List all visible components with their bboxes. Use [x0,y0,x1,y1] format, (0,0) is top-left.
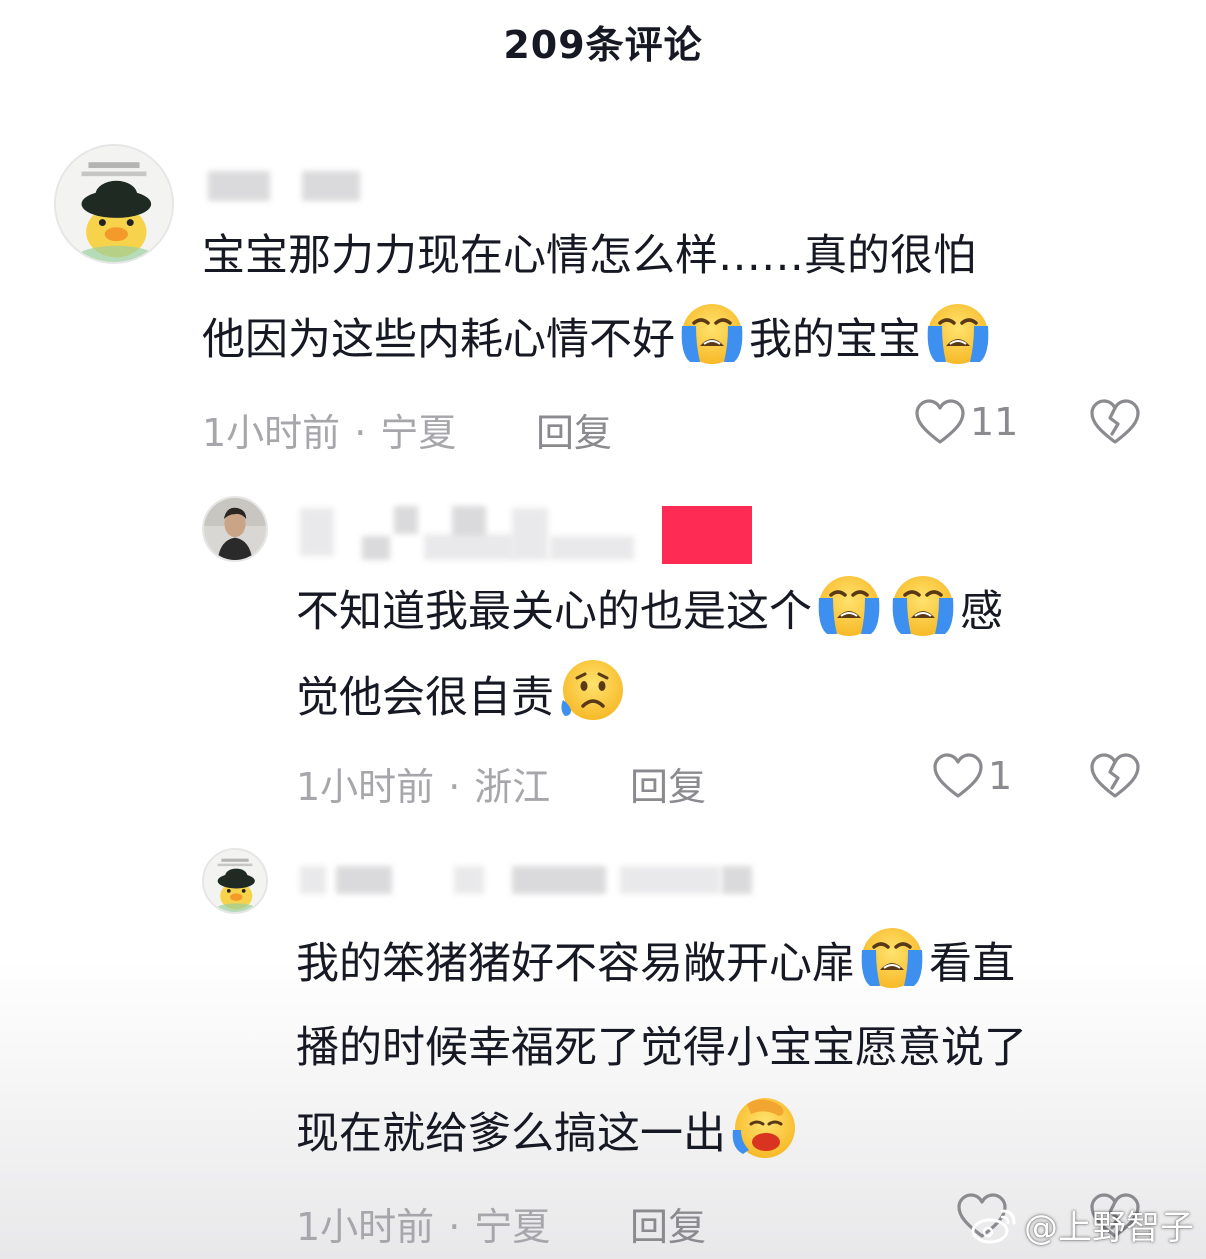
username-blurred[interactable] [722,866,752,894]
username-blurred[interactable] [512,866,606,894]
comment-time: 1小时前 [296,1205,435,1249]
username-blurred[interactable] [424,534,514,560]
user-badge [662,506,752,564]
like-count: 11 [970,400,1019,444]
comment-text: 不知道我最关心的也是这个 感 [296,568,1003,654]
comment-time: 1小时前 [202,411,341,455]
avatar[interactable] [202,848,268,914]
comment-time: 1小时前 [296,765,435,809]
comment-text-segment: 不知道我最关心的也是这个 [296,587,812,637]
meta-separator: · [448,1205,461,1249]
comment-text: 觉他会很自责 [296,654,628,740]
duck-avatar-icon [204,850,266,912]
comment-meta: 1小时前 · 宁夏 [296,1196,550,1251]
comment-text-segment: 我的宝宝 [749,315,921,365]
comment-text: 宝宝那力力现在心情怎么样……真的很怕 [202,214,976,298]
comment-text-segment: 看直 [929,939,1015,989]
username-blurred[interactable] [512,508,548,560]
dislike-button[interactable] [1089,398,1141,446]
username-blurred[interactable] [208,171,270,201]
comment-text: 播的时候幸福死了觉得小宝宝愿意说了 [296,1006,1027,1090]
comment-text-line: 播的时候幸福死了觉得小宝宝愿意说了 [296,1023,1027,1073]
like-count: 1 [988,754,1013,798]
comment-text: 他因为这些内耗心情不好 我的宝宝 [202,296,995,382]
user-photo-avatar-icon [204,498,266,560]
comment-text-segment: 感 [960,587,1003,637]
dislike-button[interactable] [1089,752,1141,800]
comment-meta: 1小时前 · 浙江 [296,756,550,811]
username-blurred[interactable] [394,506,418,534]
like-button[interactable]: 1 [932,752,1012,800]
comment-text-segment: 我的笨猪猪好不容易敞开心扉 [296,939,855,989]
loudly-crying-emoji-icon [887,568,959,640]
avatar[interactable] [202,496,268,562]
username-blurred[interactable] [302,171,360,201]
loudly-crying-emoji-icon [813,568,885,640]
meta-separator: · [448,765,461,809]
watermark-text: @上野智子 [1024,1208,1194,1248]
comment-meta: 1小时前 · 宁夏 [202,402,456,457]
username-blurred[interactable] [300,508,334,556]
username-blurred[interactable] [300,866,326,894]
username-blurred[interactable] [362,536,390,560]
meta-separator: · [354,411,367,455]
loudly-crying-emoji-icon [676,296,748,368]
comment-text: 我的笨猪猪好不容易敞开心扉 看直 [296,920,1015,1006]
reply-button[interactable]: 回复 [536,402,612,457]
comment-text: 现在就给爹么搞这一出 [296,1090,800,1176]
reply-button[interactable]: 回复 [630,1196,706,1251]
sad-relieved-emoji-icon [555,654,627,726]
heart-outline-icon [932,752,984,800]
loudly-crying-emoji-icon [922,296,994,368]
duck-avatar-icon [56,146,172,262]
username-blurred[interactable] [550,536,634,560]
heart-outline-icon [914,398,966,446]
username-blurred[interactable] [454,866,484,894]
like-button[interactable]: 11 [914,398,1018,446]
comment-text-segment: 他因为这些内耗心情不好 [202,315,675,365]
broken-heart-icon [1089,398,1141,446]
broken-heart-icon [1089,752,1141,800]
username-blurred[interactable] [336,866,392,894]
comment-location: 宁夏 [474,1205,551,1249]
comment-location: 宁夏 [380,411,457,455]
watermark: @上野智子 [970,1200,1194,1249]
comment-text-segment: 觉他会很自责 [296,673,554,723]
comment-text-segment: 现在就给爹么搞这一出 [296,1109,726,1159]
sobbing-emoji-icon [727,1090,799,1162]
reply-button[interactable]: 回复 [630,756,706,811]
weibo-icon [970,1205,1018,1245]
username-blurred[interactable] [620,866,720,894]
comment-location: 浙江 [474,765,551,809]
loudly-crying-emoji-icon [856,920,928,992]
comment-text-line: 宝宝那力力现在心情怎么样……真的很怕 [202,231,976,281]
username-blurred[interactable] [452,506,486,536]
avatar[interactable] [54,144,174,264]
comments-header-title: 209条评论 [503,23,703,67]
